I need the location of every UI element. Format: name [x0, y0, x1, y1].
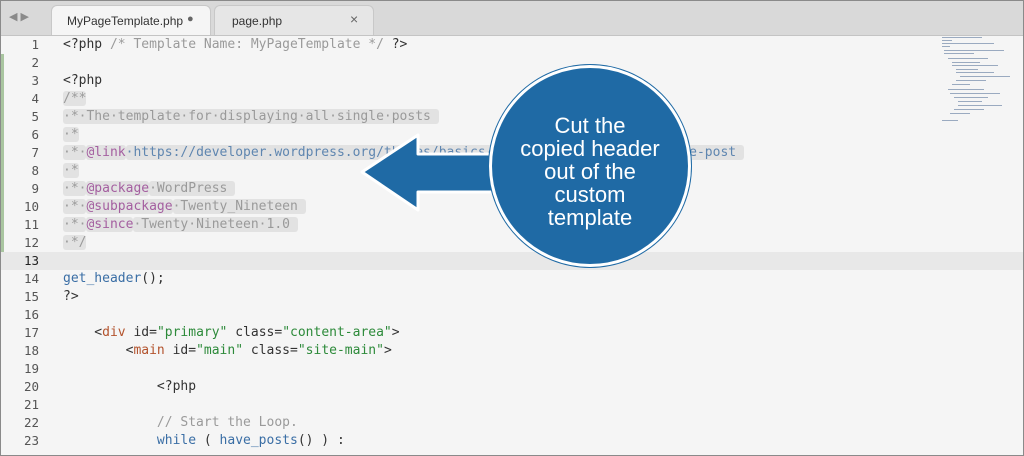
callout-text: Cut the copied header out of the custom …: [500, 114, 680, 229]
callout-line: custom: [554, 182, 626, 207]
callout-line: out of the: [544, 159, 636, 184]
callout-line: Cut the: [554, 113, 626, 138]
callout-line: copied header: [520, 136, 660, 161]
callout-line: template: [547, 205, 633, 230]
